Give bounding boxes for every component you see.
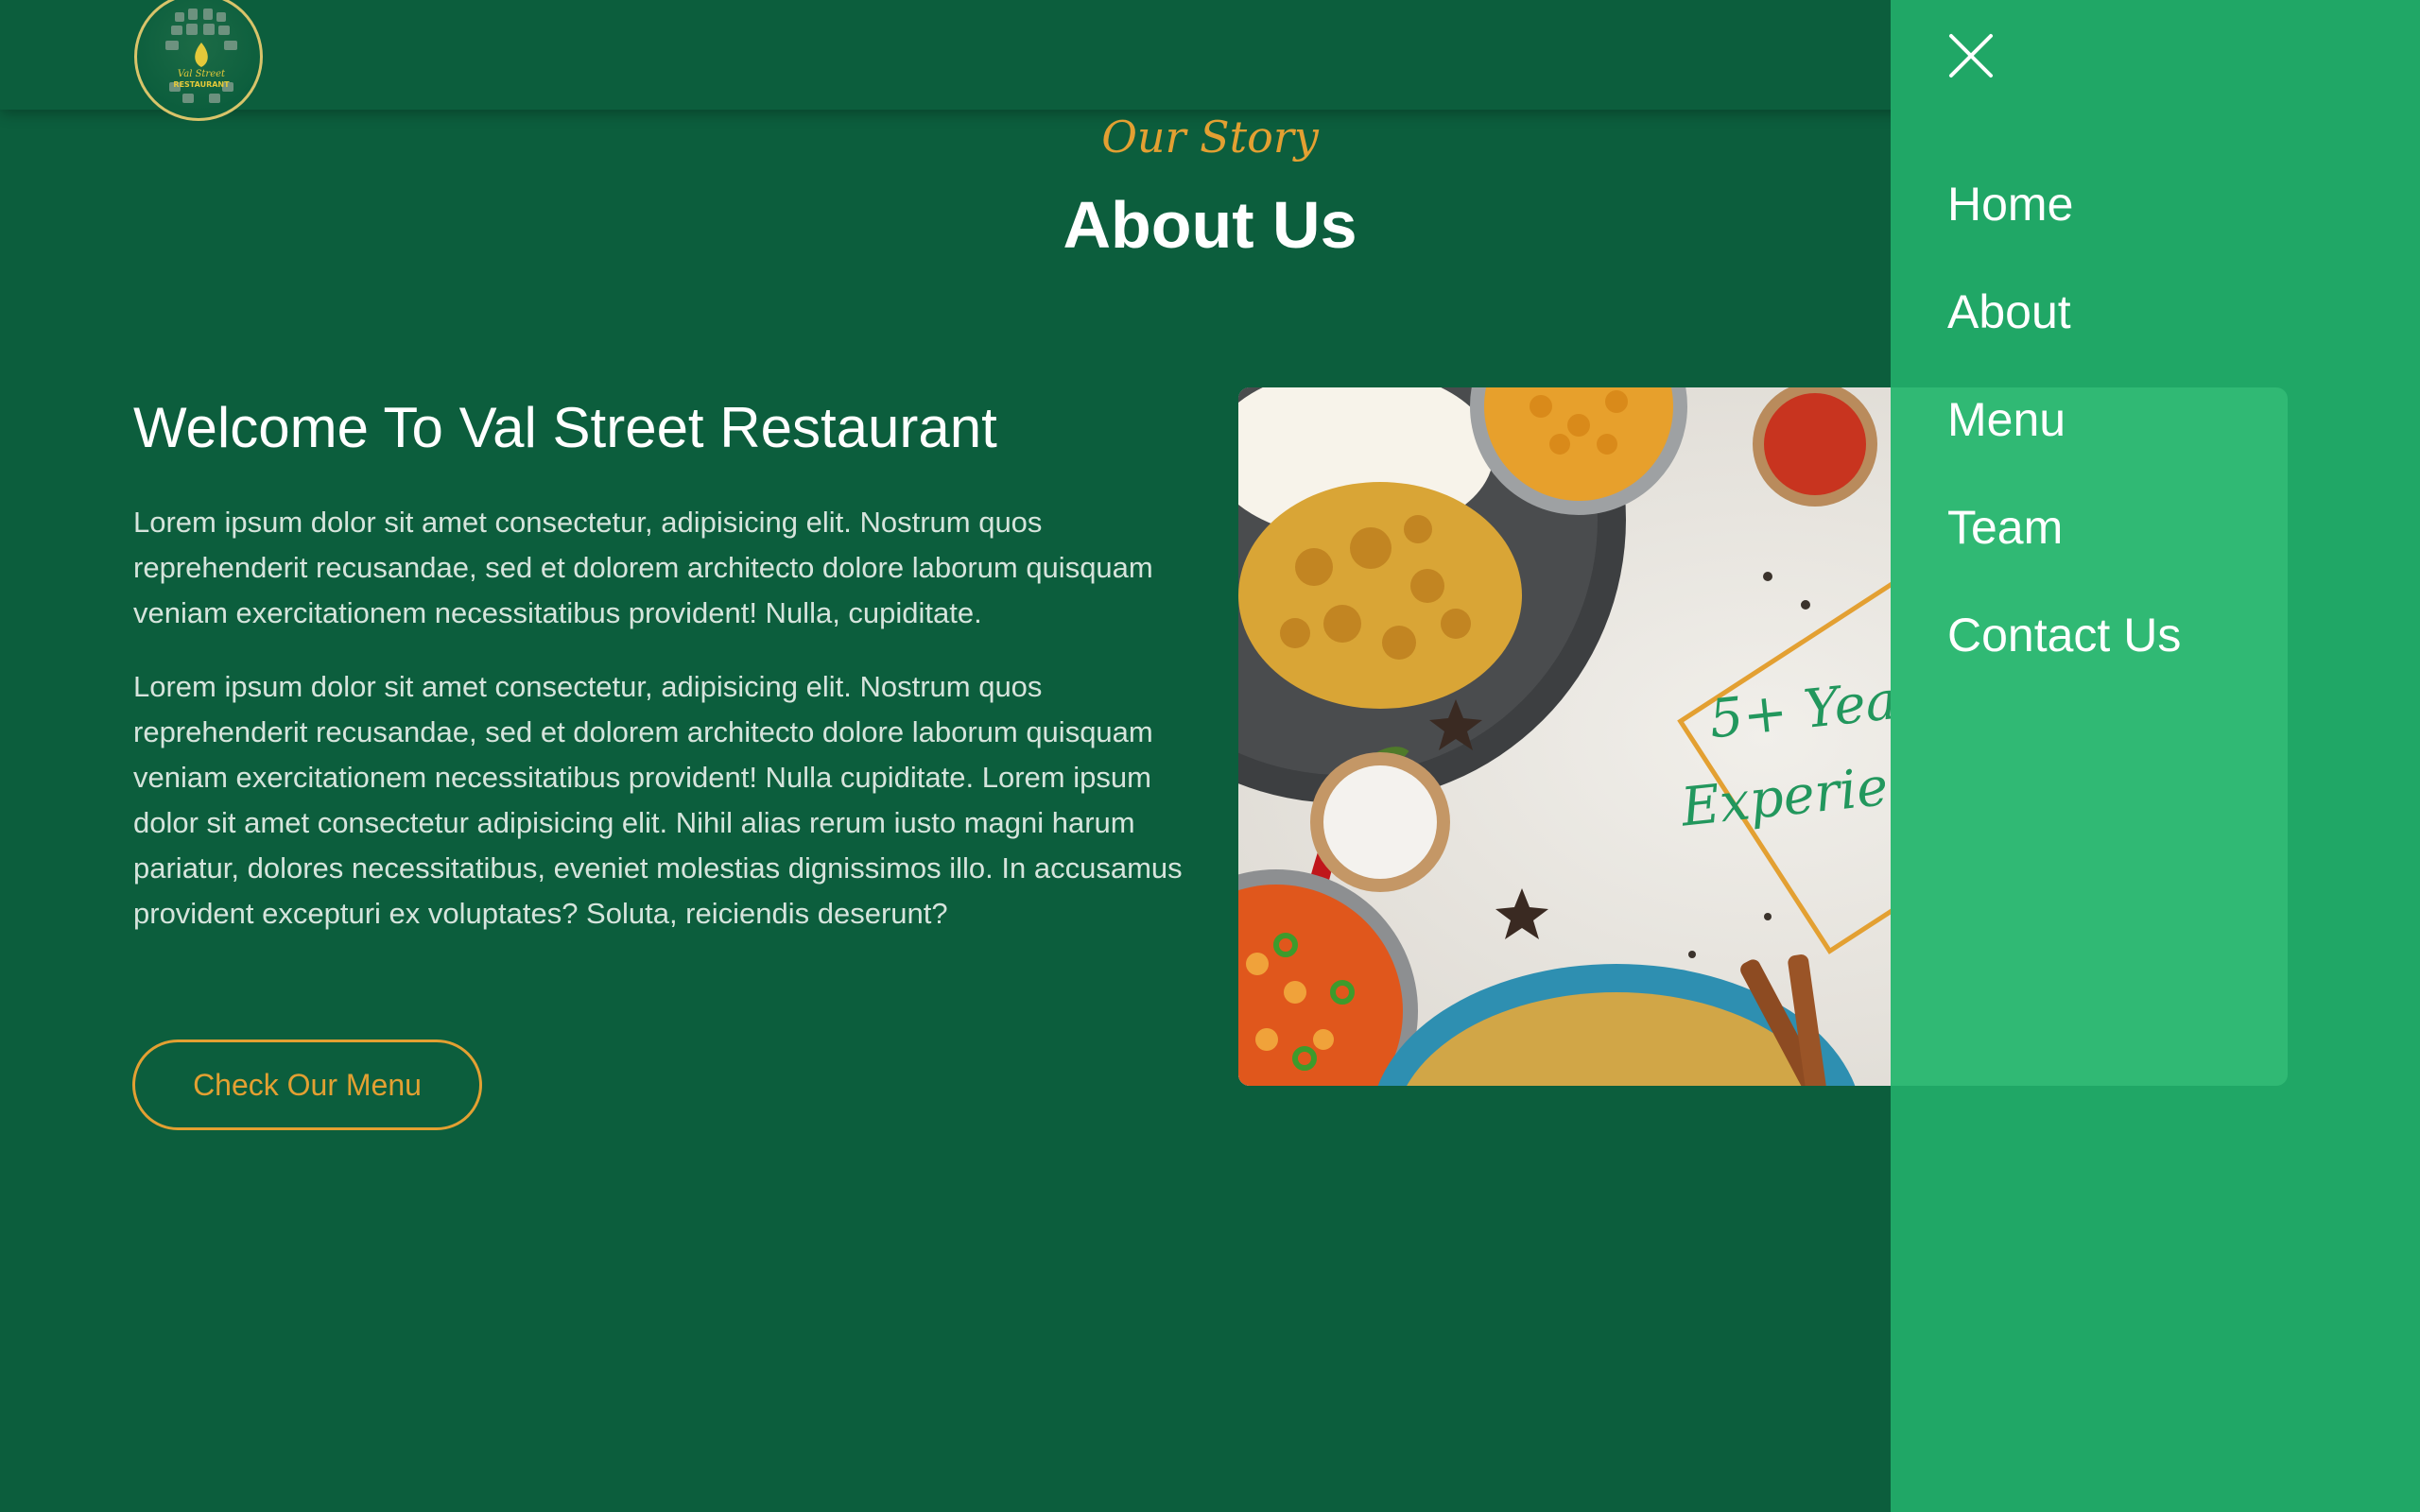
close-icon[interactable]	[1947, 32, 1995, 79]
drawer-nav: Home About Menu Team Contact Us	[1947, 170, 2181, 709]
nav-item-menu[interactable]: Menu	[1947, 386, 2181, 493]
svg-text:Val Street: Val Street	[178, 69, 226, 79]
check-menu-button[interactable]: Check Our Menu	[132, 1040, 482, 1130]
intro-paragraph: Lorem ipsum dolor sit amet consectetur, …	[133, 506, 1153, 629]
detail-paragraph: Lorem ipsum dolor sit amet consectetur, …	[133, 670, 1183, 930]
restaurant-logo[interactable]: Val Street RESTAURANT	[134, 0, 263, 121]
nav-item-team[interactable]: Team	[1947, 493, 2181, 601]
welcome-heading: Welcome To Val Street Restaurant	[133, 396, 997, 459]
nav-item-contact[interactable]: Contact Us	[1947, 601, 2181, 709]
nav-item-home[interactable]: Home	[1947, 170, 2181, 278]
nav-item-about[interactable]: About	[1947, 278, 2181, 386]
svg-text:RESTAURANT: RESTAURANT	[173, 80, 230, 89]
